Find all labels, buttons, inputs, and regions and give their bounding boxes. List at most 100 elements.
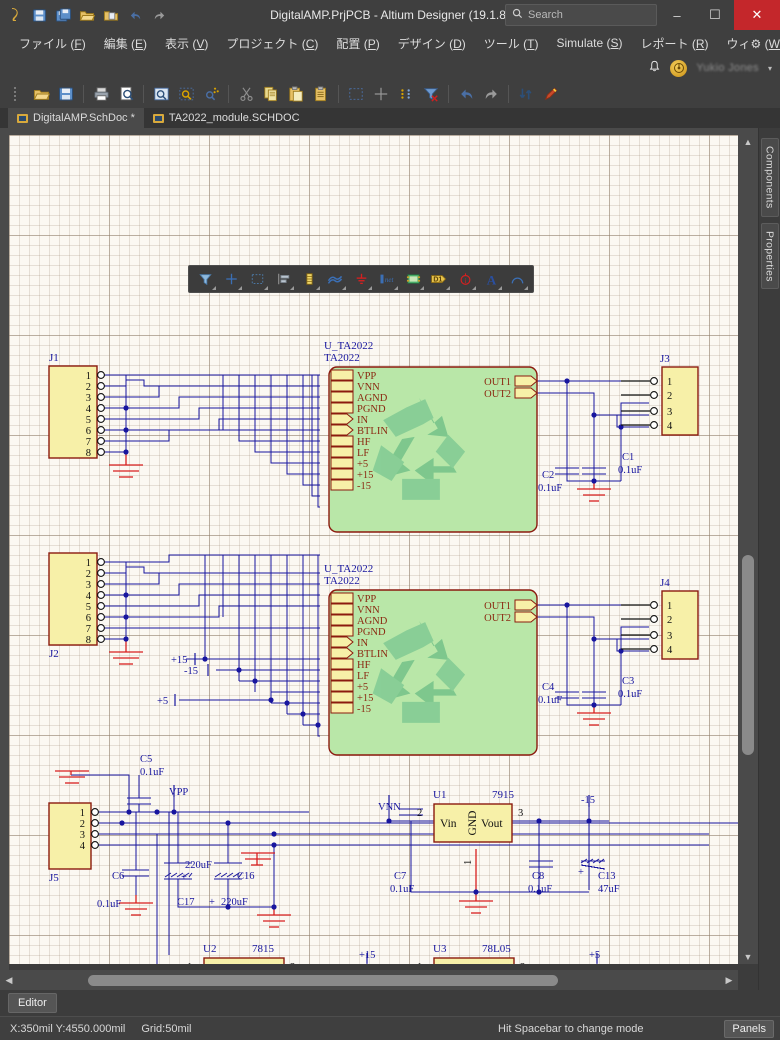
print-icon[interactable] [89, 82, 113, 106]
search-icon [512, 8, 523, 22]
canvas-vertical-scrollbar[interactable]: ▲ ▼ [738, 135, 758, 964]
scroll-up-arrow[interactable]: ▲ [738, 135, 758, 149]
horizontal-scroll-thumb[interactable] [88, 974, 558, 986]
open-document-icon[interactable] [29, 82, 53, 106]
menu-item-9[interactable]: ウィ⚙ (W) [718, 32, 780, 55]
scroll-right-arrow[interactable]: ▶ [720, 975, 738, 986]
svg-text:1: 1 [86, 558, 91, 569]
close-button[interactable]: ✕ [734, 0, 780, 30]
minimize-button[interactable]: – [658, 0, 696, 30]
open-project-icon[interactable] [100, 4, 122, 26]
svg-text:-15: -15 [357, 481, 371, 492]
redo-icon[interactable] [148, 4, 170, 26]
svg-text:A: A [486, 272, 496, 286]
svg-text:i: i [464, 277, 466, 285]
search-placeholder: Search [528, 9, 563, 21]
search-box[interactable]: Search [505, 4, 657, 26]
paste-icon[interactable] [284, 82, 308, 106]
svg-text:AGND: AGND [357, 393, 388, 404]
undo-icon[interactable] [124, 4, 146, 26]
vertical-scroll-thumb[interactable] [742, 555, 754, 755]
svg-text:J5: J5 [49, 872, 59, 884]
place-port-icon[interactable]: net [375, 268, 399, 290]
annotate-icon[interactable] [539, 82, 563, 106]
place-gnd-icon[interactable] [349, 268, 373, 290]
maximize-button[interactable]: ☐ [696, 0, 734, 30]
save-document-icon[interactable] [54, 82, 78, 106]
document-tab-0[interactable]: DigitalAMP.SchDoc * [8, 108, 144, 128]
clear-filter-icon[interactable] [419, 82, 443, 106]
zoom-area-icon[interactable] [174, 82, 198, 106]
redo-icon[interactable] [479, 82, 503, 106]
svg-text:C7: C7 [394, 871, 406, 882]
paste-special-icon[interactable] [309, 82, 333, 106]
canvas-horizontal-scrollbar[interactable]: ◀ ▶ [0, 970, 738, 990]
crosshair-place-icon[interactable] [219, 268, 243, 290]
save-all-icon[interactable] [52, 4, 74, 26]
place-wire-icon[interactable] [323, 268, 347, 290]
avatar[interactable] [670, 59, 688, 77]
place-text-icon[interactable]: A [479, 268, 503, 290]
toolbar-separator [448, 85, 449, 103]
schematic-placement-toolbar[interactable]: net D1 i A [188, 265, 534, 293]
select-rect-icon[interactable] [245, 268, 269, 290]
open-icon[interactable] [76, 4, 98, 26]
svg-text:1: 1 [417, 962, 422, 964]
place-no-erc-icon[interactable]: i [453, 268, 477, 290]
copy-icon[interactable] [259, 82, 283, 106]
chevron-down-icon[interactable]: ▾ [768, 64, 772, 73]
align-icon[interactable] [271, 268, 295, 290]
panels-button[interactable]: Panels [724, 1019, 774, 1038]
document-tab-1[interactable]: TA2022_module.SCHDOC [143, 108, 309, 128]
quick-access-toolbar [0, 4, 170, 26]
notifications-icon[interactable] [648, 60, 661, 76]
svg-text:PGND: PGND [357, 404, 386, 415]
hierarchy-icon[interactable] [514, 82, 538, 106]
menu-item-1[interactable]: 編集 (E) [95, 32, 156, 55]
menu-item-2[interactable]: 表示 (V) [156, 32, 217, 55]
cursor-coordinates: X:350mil Y:4550.000mil [10, 1022, 126, 1035]
panel-tab-properties[interactable]: Properties [760, 222, 779, 290]
svg-text:C5: C5 [140, 754, 152, 765]
place-sheet-symbol-icon[interactable] [401, 268, 425, 290]
schematic-canvas[interactable]: 123 456 78 J1 1 2 3 4 5 6 7 8 J2 1 2 3 4… [0, 128, 758, 990]
menu-bar: ファイル (F) 編集 (E) 表示 (V) プロジェクト (C) 配置 (P) デザイン… [0, 30, 780, 56]
svg-text:C3: C3 [622, 676, 634, 687]
print-preview-icon[interactable] [114, 82, 138, 106]
user-name[interactable]: Yukio Jones [696, 62, 759, 74]
scroll-down-arrow[interactable]: ▼ [738, 950, 758, 964]
menu-item-3[interactable]: プロジェクト (C) [217, 32, 327, 55]
clear-selection-icon[interactable] [394, 82, 418, 106]
menu-item-7[interactable]: Simulate (S) [547, 33, 631, 53]
menu-item-5[interactable]: デザイン (D) [389, 32, 475, 55]
main-toolbar [0, 80, 780, 108]
svg-text:GND: GND [467, 811, 479, 836]
menu-item-0[interactable]: ファイル (F) [10, 32, 95, 55]
place-designator-icon[interactable]: D1 [427, 268, 451, 290]
filter-icon[interactable] [193, 268, 217, 290]
menu-item-8[interactable]: レポート (R) [632, 32, 718, 55]
svg-text:0.1uF: 0.1uF [538, 483, 562, 494]
menu-item-4[interactable]: 配置 (P) [327, 32, 388, 55]
svg-text:+15: +15 [171, 655, 187, 666]
save-icon[interactable] [28, 4, 50, 26]
zoom-selected-icon[interactable] [199, 82, 223, 106]
schematic-sheet[interactable]: 123 456 78 J1 1 2 3 4 5 6 7 8 J2 1 2 3 4… [9, 135, 738, 964]
place-part-icon[interactable] [297, 268, 321, 290]
svg-text:+: + [181, 872, 187, 883]
svg-text:3: 3 [667, 631, 672, 642]
place-arc-icon[interactable] [505, 268, 529, 290]
panel-tab-components[interactable]: Components [760, 138, 779, 217]
editor-tab[interactable]: Editor [8, 993, 57, 1013]
svg-text:OUT1: OUT1 [484, 377, 511, 388]
altium-window: DigitalAMP.PrjPCB - Altium Designer (19.… [0, 0, 780, 1040]
svg-text:6: 6 [86, 426, 91, 437]
scroll-left-arrow[interactable]: ◀ [0, 975, 18, 986]
svg-text:+5: +5 [357, 459, 368, 470]
undo-icon[interactable] [454, 82, 478, 106]
altium-logo-icon[interactable] [4, 4, 26, 26]
menu-item-6[interactable]: ツール (T) [475, 32, 548, 55]
select-area-icon[interactable] [344, 82, 368, 106]
zoom-fit-icon[interactable] [149, 82, 173, 106]
toolbar-separator [143, 85, 144, 103]
